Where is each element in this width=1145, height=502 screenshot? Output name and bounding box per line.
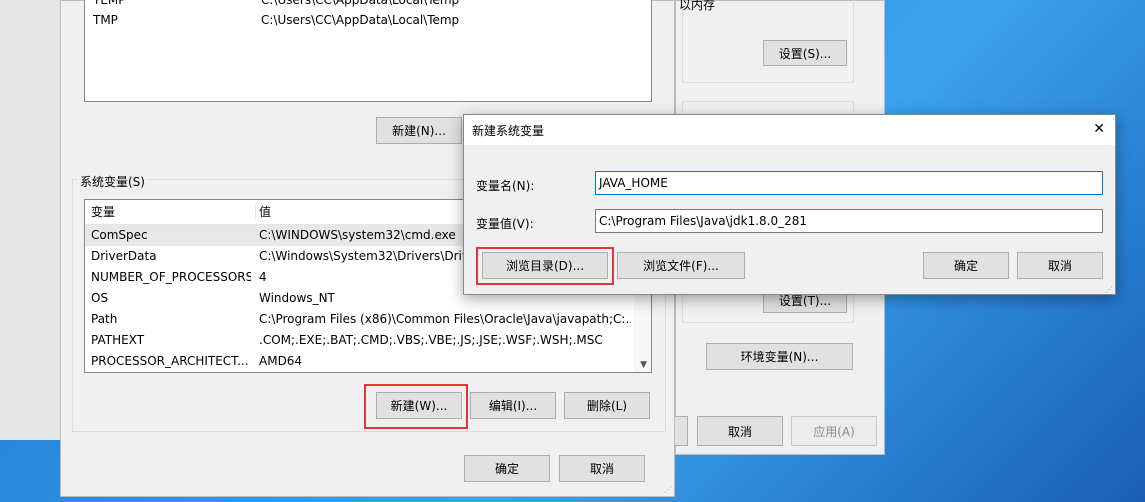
variable-value-field[interactable]: C:\Program Files\Java\jdk1.8.0_281 [595, 209, 1103, 233]
env-cancel-button[interactable]: 取消 [559, 455, 645, 482]
dialog-title: 新建系统变量 [472, 124, 545, 138]
settings-button[interactable]: 设置(S)... [763, 40, 847, 66]
background-window-edge [0, 0, 60, 440]
env-ok-button[interactable]: 确定 [464, 455, 550, 482]
resize-grip-icon[interactable]: ⋰ [664, 485, 672, 494]
table-row[interactable]: PROCESSOR_ARCHITECT... AMD64 [85, 351, 633, 372]
highlight-new-button [364, 384, 468, 429]
browse-file-button[interactable]: 浏览文件(F)... [617, 252, 745, 279]
resize-grip-icon[interactable]: ⋰ [1105, 285, 1113, 294]
performance-group: 以内存 设置(S)... [679, 0, 854, 83]
sysprops-cancel-button[interactable]: 取消 [697, 416, 783, 446]
environment-variables-button[interactable]: 环境变量(N)... [706, 343, 853, 370]
dialog-ok-button[interactable]: 确定 [923, 252, 1009, 279]
highlight-browse-directory [476, 247, 614, 285]
table-row[interactable]: TMP C:\Users\CC\AppData\Local\Temp [85, 10, 633, 31]
apply-button[interactable]: 应用(A) [791, 416, 877, 446]
variable-name-label: 变量名(N): [476, 179, 535, 193]
table-row[interactable]: Path C:\Program Files (x86)\Common Files… [85, 309, 633, 330]
close-icon[interactable]: ✕ [1093, 121, 1105, 137]
column-header-name[interactable]: 变量 [91, 200, 251, 224]
variable-name-field[interactable]: JAVA_HOME [595, 171, 1103, 195]
dialog-titlebar[interactable]: 新建系统变量 ✕ [464, 115, 1115, 145]
user-variables-list[interactable]: TEMP C:\Users\CC\AppData\Local\Temp TMP … [84, 0, 652, 102]
system-delete-button[interactable]: 删除(L) [564, 392, 650, 419]
system-edit-button[interactable]: 编辑(I)... [470, 392, 556, 419]
column-divider[interactable] [255, 203, 256, 221]
new-system-variable-dialog: 新建系统变量 ✕ 变量名(N): JAVA_HOME 变量值(V): C:\Pr… [463, 114, 1116, 295]
variable-value-label: 变量值(V): [476, 217, 534, 231]
memory-text: 以内存 [679, 0, 716, 12]
table-row[interactable]: PATHEXT .COM;.EXE;.BAT;.CMD;.VBS;.VBE;.J… [85, 330, 633, 351]
user-new-button[interactable]: 新建(N)... [376, 117, 462, 144]
system-variables-label: 系统变量(S) [77, 173, 148, 190]
scroll-down-icon[interactable]: ▼ [640, 360, 647, 370]
dialog-cancel-button[interactable]: 取消 [1017, 252, 1103, 279]
ok-button-partial[interactable] [674, 416, 688, 446]
